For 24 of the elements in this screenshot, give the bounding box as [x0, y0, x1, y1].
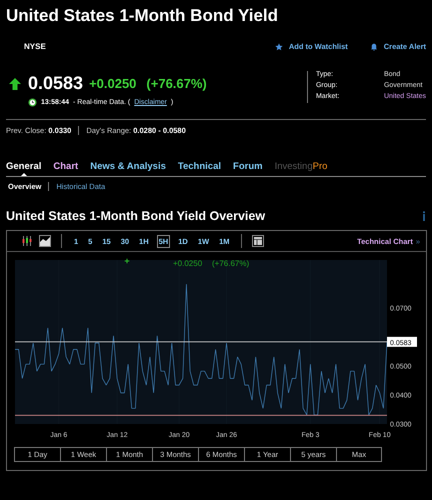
chart-change-percent: (+76.67%)	[212, 259, 250, 268]
price-change-percent: (+76.67%)	[146, 76, 207, 91]
star-icon	[274, 42, 283, 50]
exchange-label: NYSE	[24, 42, 46, 51]
info-icon[interactable]	[422, 211, 426, 221]
candlestick-icon	[22, 236, 32, 246]
calendar-icon[interactable]	[252, 235, 264, 247]
price-change: +0.0250	[89, 76, 136, 91]
chart-change: +0.0250	[173, 259, 202, 268]
chart-style-button[interactable]	[21, 235, 33, 247]
up-marker: +	[124, 256, 130, 266]
up-arrow-icon	[8, 76, 22, 90]
section-title: United States 1-Month Bond Yield Overview	[6, 209, 266, 223]
tab[interactable]: News & Analysis	[90, 161, 166, 172]
price: 0.0583	[28, 73, 84, 94]
page-title: United States 1-Month Bond Yield	[6, 6, 278, 26]
tab[interactable]: Technical	[178, 161, 222, 172]
chart-style-button[interactable]	[39, 235, 51, 247]
tab[interactable]: InvestingPro	[274, 161, 328, 172]
clock-icon	[28, 98, 37, 107]
tab[interactable]: Forum	[233, 161, 263, 172]
tab[interactable]: Chart	[53, 161, 78, 172]
area-chart-icon	[40, 236, 50, 246]
bell-icon	[370, 42, 378, 50]
